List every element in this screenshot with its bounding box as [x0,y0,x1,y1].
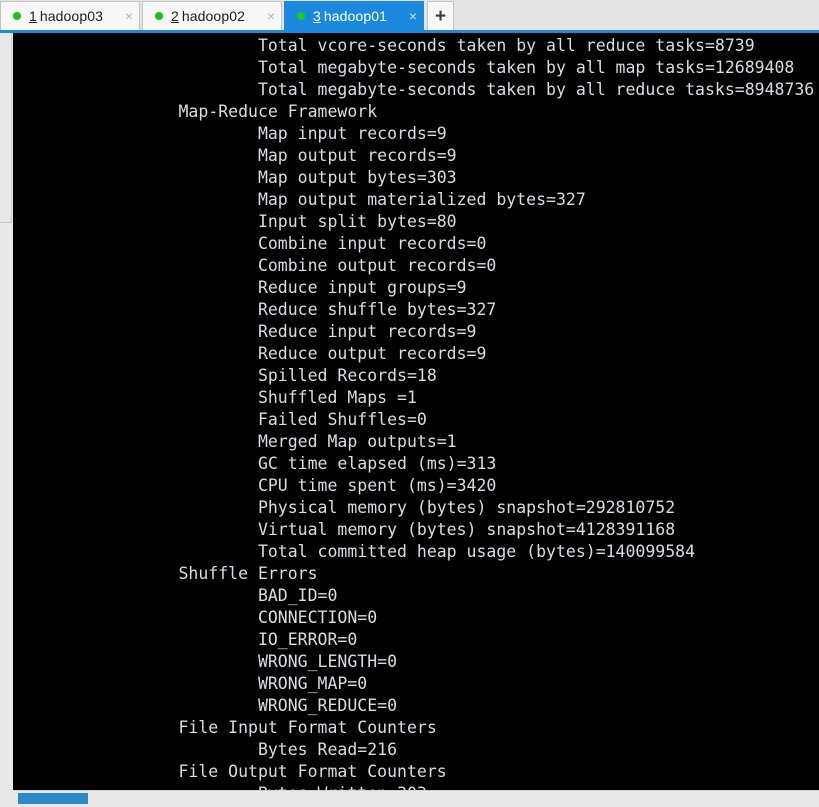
tab-number: 2 [171,8,179,24]
terminal-line: Total committed heap usage (bytes)=14009… [99,542,696,561]
terminal-line: GC time elapsed (ms)=313 [99,454,497,473]
terminal-line: Failed Shuffles=0 [99,410,427,429]
tab-number: 3 [313,8,321,24]
terminal-line: WRONG_MAP=0 [99,674,368,693]
tab-hadoop01[interactable]: 3 hadoop01 × [284,1,424,30]
tab-title: hadoop03 [39,8,103,24]
terminal-line: BAD_ID=0 [99,586,338,605]
terminal-line: Map output materialized bytes=327 [99,190,586,209]
terminal-line: Shuffled Maps =1 [99,388,417,407]
terminal-line: Total megabyte-seconds taken by all redu… [99,80,815,99]
terminal-line: Reduce input records=9 [99,322,477,341]
terminal-line: Merged Map outputs=1 [99,432,457,451]
horizontal-scrollbar-thumb[interactable] [18,793,88,804]
terminal-line: IO_ERROR=0 [99,630,358,649]
tab-number: 1 [29,8,37,24]
tab-close-icon[interactable]: × [253,9,275,23]
terminal-line: Spilled Records=18 [99,366,437,385]
terminal-line: Map input records=9 [99,124,447,143]
terminal-line: Total megabyte-seconds taken by all map … [99,58,795,77]
horizontal-scrollbar-track[interactable] [13,790,819,807]
tab-label-hadoop03: 1 hadoop03 [29,8,103,24]
terminal-line: CONNECTION=0 [99,608,378,627]
terminal-line: File Input Format Counters [99,718,447,737]
terminal-line: Map output bytes=303 [99,168,457,187]
terminal-text: Total vcore-seconds taken by all reduce … [13,33,819,790]
terminal-line: Total vcore-seconds taken by all reduce … [99,36,755,55]
bottom-left-corner [0,790,13,807]
terminal-line: Reduce input groups=9 [99,278,467,297]
terminal-line: Reduce output records=9 [99,344,487,363]
tab-status-dot-icon [13,12,21,20]
left-gutter [0,33,13,807]
terminal-line: Map output records=9 [99,146,457,165]
terminal-line: WRONG_LENGTH=0 [99,652,398,671]
terminal-line: Bytes Written=303 [13,783,819,790]
tab-hadoop03[interactable]: 1 hadoop03 × [0,1,140,30]
terminal-line: File Output Format Counters [99,762,457,781]
terminal-line: Combine output records=0 [99,256,497,275]
terminal-line: Map-Reduce Framework [99,102,378,121]
terminal-line: Reduce shuffle bytes=327 [99,300,497,319]
terminal-line: Shuffle Errors [99,564,318,583]
terminal-line: WRONG_REDUCE=0 [99,696,398,715]
terminal-output-pane[interactable]: Total vcore-seconds taken by all reduce … [13,33,819,790]
terminal-line: Bytes Read=216 [99,740,398,759]
terminal-line: Input split bytes=80 [99,212,457,231]
tab-title: hadoop01 [323,8,387,24]
tab-label-hadoop01: 3 hadoop01 [313,8,387,24]
tab-close-icon[interactable]: × [395,9,417,23]
tab-title: hadoop02 [181,8,245,24]
tab-close-icon[interactable]: × [111,9,133,23]
new-tab-button[interactable]: + [427,1,454,30]
terminal-window: 1 hadoop03 × 2 hadoop02 × 3 hadoop01 × + To… [0,0,819,807]
tab-status-dot-icon [155,12,163,20]
tab-status-dot-icon [297,12,305,20]
tab-label-hadoop02: 2 hadoop02 [171,8,245,24]
terminal-line: Combine input records=0 [99,234,487,253]
terminal-line: CPU time spent (ms)=3420 [99,476,497,495]
left-pane-edge [0,33,12,223]
terminal-line: Physical memory (bytes) snapshot=2928107… [99,498,676,517]
terminal-line: Virtual memory (bytes) snapshot=41283911… [99,520,676,539]
tab-bar: 1 hadoop03 × 2 hadoop02 × 3 hadoop01 × + [0,0,819,31]
tab-bar-empty-area [454,0,819,30]
tab-hadoop02[interactable]: 2 hadoop02 × [142,1,282,30]
